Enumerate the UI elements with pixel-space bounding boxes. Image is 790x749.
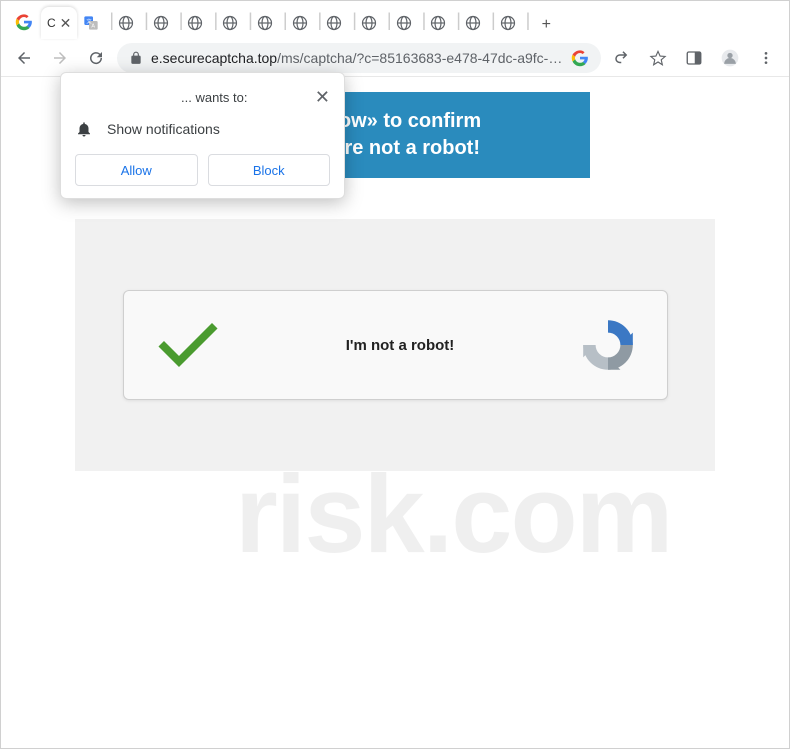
tab-bg-9[interactable] bbox=[355, 7, 389, 39]
address-bar[interactable]: e.securecaptcha.top/ms/captcha/?c=851636… bbox=[117, 43, 601, 73]
recaptcha-icon bbox=[577, 314, 639, 376]
tab-bg-8[interactable] bbox=[320, 7, 354, 39]
google-g-icon bbox=[15, 13, 33, 31]
permission-close-button[interactable]: ✕ bbox=[315, 87, 330, 108]
google-favicon-left[interactable] bbox=[7, 5, 41, 39]
forward-button[interactable] bbox=[45, 43, 75, 73]
reload-icon bbox=[87, 49, 105, 67]
globe-icon bbox=[257, 15, 273, 31]
tab-strip: C ✕ 文 A | | | | | | | | | | | bbox=[1, 1, 789, 39]
tab-bg-5[interactable] bbox=[216, 7, 250, 39]
tab-bg-3[interactable] bbox=[147, 7, 181, 39]
back-button[interactable] bbox=[9, 43, 39, 73]
tab-bg-12[interactable] bbox=[459, 7, 493, 39]
globe-icon bbox=[465, 15, 481, 31]
permission-block-button[interactable]: Block bbox=[208, 154, 331, 186]
google-search-icon[interactable] bbox=[571, 49, 589, 67]
profile-icon bbox=[720, 48, 740, 68]
new-tab-button[interactable]: + bbox=[532, 11, 560, 39]
svg-text:A: A bbox=[92, 24, 96, 30]
reload-button[interactable] bbox=[81, 43, 111, 73]
notification-permission-popup: ... wants to: ✕ Show notifications Allow… bbox=[60, 72, 345, 199]
tab-close-button[interactable]: ✕ bbox=[60, 15, 72, 32]
globe-icon bbox=[292, 15, 308, 31]
globe-icon bbox=[361, 15, 377, 31]
tab-active[interactable]: C ✕ bbox=[41, 7, 77, 39]
tab-bg-6[interactable] bbox=[251, 7, 285, 39]
globe-icon bbox=[500, 15, 516, 31]
url-text: e.securecaptcha.top/ms/captcha/?c=851636… bbox=[151, 50, 563, 66]
share-icon bbox=[613, 49, 631, 67]
star-icon bbox=[649, 49, 667, 67]
translate-icon: 文 A bbox=[83, 15, 99, 31]
side-panel-icon bbox=[685, 49, 703, 67]
arrow-left-icon bbox=[15, 49, 33, 67]
checkmark-icon bbox=[152, 309, 224, 381]
permission-title: ... wants to: bbox=[75, 90, 247, 105]
tab-bg-13[interactable] bbox=[494, 7, 528, 39]
tab-bg-4[interactable] bbox=[181, 7, 215, 39]
tab-bg-11[interactable] bbox=[424, 7, 458, 39]
captcha-stage: I'm not a robot! bbox=[75, 219, 715, 471]
globe-icon bbox=[153, 15, 169, 31]
share-button[interactable] bbox=[607, 43, 637, 73]
bookmark-button[interactable] bbox=[643, 43, 673, 73]
globe-icon bbox=[187, 15, 203, 31]
bell-icon bbox=[75, 120, 93, 138]
menu-button[interactable] bbox=[751, 43, 781, 73]
globe-icon bbox=[326, 15, 342, 31]
lock-icon bbox=[129, 51, 143, 65]
tab-bg-7[interactable] bbox=[286, 7, 320, 39]
globe-icon bbox=[222, 15, 238, 31]
tab-title: C bbox=[47, 16, 56, 30]
globe-icon bbox=[118, 15, 134, 31]
reading-list-button[interactable] bbox=[679, 43, 709, 73]
kebab-icon bbox=[758, 50, 774, 66]
permission-notification-label: Show notifications bbox=[107, 121, 220, 137]
browser-window: C ✕ 文 A | | | | | | | | | | | bbox=[0, 0, 790, 749]
tab-bg-2[interactable] bbox=[112, 7, 146, 39]
tab-bg-translate[interactable]: 文 A bbox=[77, 7, 111, 39]
arrow-right-icon bbox=[51, 49, 69, 67]
profile-button[interactable] bbox=[715, 43, 745, 73]
globe-icon bbox=[430, 15, 446, 31]
tab-bg-10[interactable] bbox=[390, 7, 424, 39]
captcha-card[interactable]: I'm not a robot! bbox=[123, 290, 668, 400]
permission-allow-button[interactable]: Allow bbox=[75, 154, 198, 186]
captcha-text: I'm not a robot! bbox=[224, 337, 577, 354]
globe-icon bbox=[396, 15, 412, 31]
